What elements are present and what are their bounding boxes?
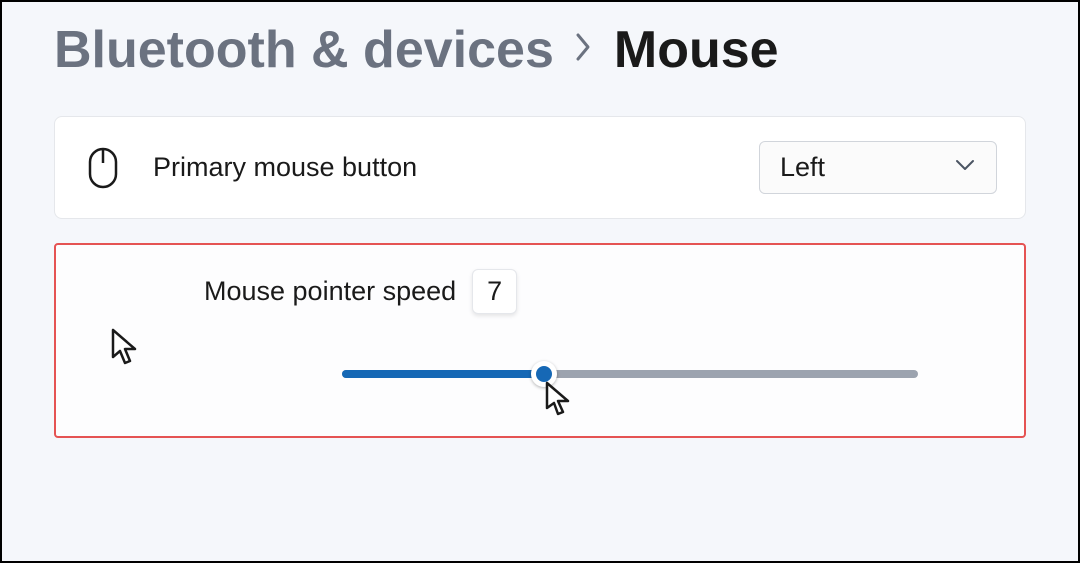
chevron-right-icon [574,28,594,73]
breadcrumb-current: Mouse [614,20,779,80]
breadcrumb-parent[interactable]: Bluetooth & devices [54,20,554,80]
breadcrumb: Bluetooth & devices Mouse [54,20,1026,80]
chevron-down-icon [954,158,976,177]
primary-mouse-button-card: Primary mouse button Left [54,116,1026,219]
mouse-pointer-speed-label: Mouse pointer speed [204,276,456,307]
mouse-icon [83,147,123,189]
primary-mouse-button-dropdown[interactable]: Left [759,141,997,194]
mouse-pointer-speed-value: 7 [472,269,517,314]
cursor-icon [110,327,142,372]
primary-mouse-button-label: Primary mouse button [153,152,729,183]
cursor-icon [544,380,574,423]
slider-fill [342,370,544,378]
dropdown-selected-value: Left [780,152,825,183]
mouse-pointer-speed-slider[interactable] [342,362,918,386]
mouse-pointer-speed-card: Mouse pointer speed 7 [54,243,1026,438]
